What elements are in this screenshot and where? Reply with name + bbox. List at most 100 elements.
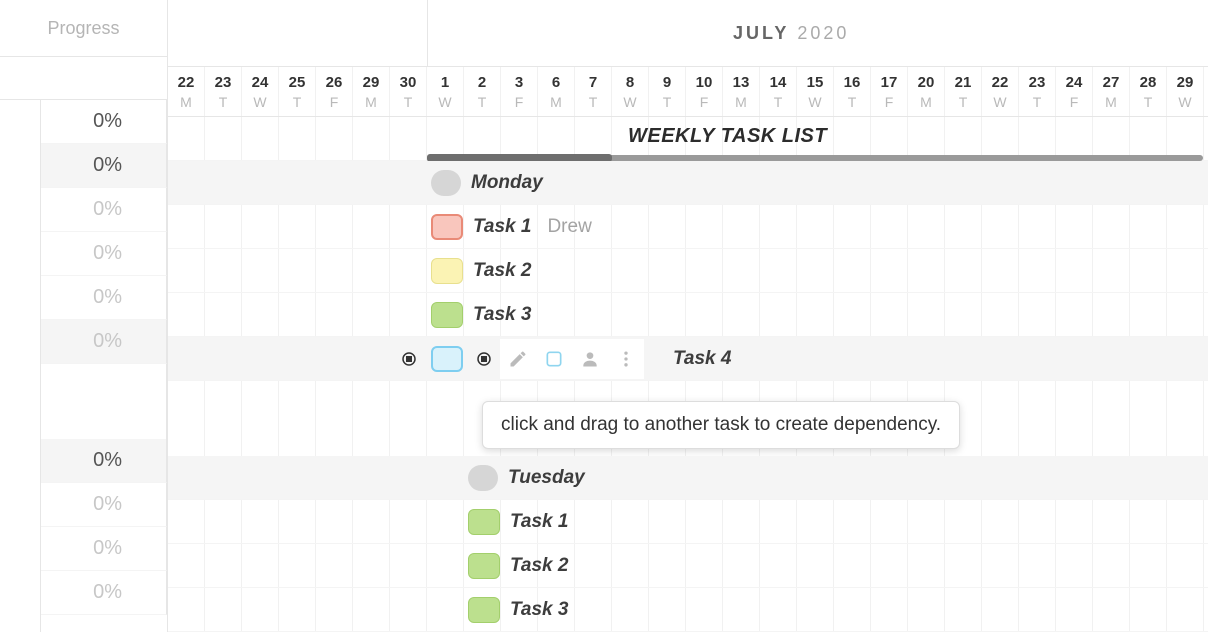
day-label: Tuesday	[508, 467, 585, 489]
task-chip[interactable]	[431, 258, 463, 284]
task-chip-selected[interactable]	[431, 346, 463, 372]
more-button[interactable]	[608, 341, 644, 377]
date-number: 15	[807, 74, 824, 91]
date-number: 13	[733, 74, 750, 91]
tooltip-text: click and drag to another task to create…	[501, 414, 941, 435]
progress-value: 0%	[93, 493, 122, 516]
timeline-grid[interactable]: WEEKLY TASK LIST Monday Task 1	[168, 117, 1208, 632]
group-header-row: WEEKLY TASK LIST	[168, 117, 1208, 161]
date-column[interactable]: 14T	[760, 67, 797, 116]
date-number: 27	[1103, 74, 1120, 91]
dependency-handle-right[interactable]	[475, 350, 493, 368]
person-icon	[580, 349, 600, 369]
task-row[interactable]: Task 1	[168, 500, 1208, 544]
date-column[interactable]: 24 W	[242, 67, 279, 116]
day-row-tuesday[interactable]: Tuesday	[168, 456, 1208, 500]
date-column[interactable]: 26 F	[316, 67, 353, 116]
task-chip[interactable]	[468, 553, 500, 579]
date-column[interactable]: 8W	[612, 67, 649, 116]
date-dow: M	[550, 94, 562, 110]
date-dow: F	[1070, 94, 1079, 110]
date-column[interactable]: 21T	[945, 67, 982, 116]
task-chip[interactable]	[431, 214, 463, 240]
date-dow: W	[993, 94, 1006, 110]
day-label: Monday	[471, 172, 543, 194]
pencil-icon	[508, 349, 528, 369]
date-column[interactable]: 13M	[723, 67, 760, 116]
date-number: 30	[400, 74, 417, 91]
date-column[interactable]: 7T	[575, 67, 612, 116]
date-number: 26	[326, 74, 343, 91]
date-dow: T	[219, 94, 228, 110]
date-dow: W	[1178, 94, 1191, 110]
date-number: 1	[441, 74, 449, 91]
task-row-selected[interactable]: Task 4	[168, 337, 1208, 381]
date-column[interactable]: 9T	[649, 67, 686, 116]
progress-cell: 0%	[41, 188, 167, 232]
date-column[interactable]: 23 T	[1019, 67, 1056, 116]
date-column[interactable]: 1W	[427, 67, 464, 116]
task-row[interactable]: Task 3	[168, 293, 1208, 337]
date-dow: W	[253, 94, 266, 110]
progress-value: 0%	[93, 537, 122, 560]
task-label: Task 3	[510, 599, 568, 621]
date-number: 29	[1177, 74, 1194, 91]
progress-cell: 0%	[41, 100, 167, 144]
task-chip[interactable]	[468, 509, 500, 535]
month-label: JULY2020	[733, 23, 849, 44]
date-column[interactable]: 20M	[908, 67, 945, 116]
task-row[interactable]: Task 2	[168, 249, 1208, 293]
task-row[interactable]: Task 3	[168, 588, 1208, 632]
date-number: 9	[663, 74, 671, 91]
dependency-handle-left[interactable]	[400, 350, 418, 368]
date-column[interactable]: 22W	[982, 67, 1019, 116]
date-dow: F	[330, 94, 339, 110]
group-title: WEEKLY TASK LIST	[628, 125, 827, 148]
date-column[interactable]: 24F	[1056, 67, 1093, 116]
progress-cell: 0%	[41, 144, 167, 188]
date-dow: M	[920, 94, 932, 110]
date-number: 3	[515, 74, 523, 91]
date-number: 24	[252, 74, 269, 91]
progress-cell: 0%	[41, 527, 167, 571]
date-column[interactable]: 27M	[1093, 67, 1130, 116]
date-column[interactable]: 22M	[168, 67, 205, 116]
date-column[interactable]: 29M	[353, 67, 390, 116]
day-row-monday[interactable]: Monday	[168, 161, 1208, 205]
date-column[interactable]: 23T	[205, 67, 242, 116]
date-column[interactable]: 30T	[390, 67, 427, 116]
date-dow: T	[959, 94, 968, 110]
date-column[interactable]: 15 W	[797, 67, 834, 116]
date-column[interactable]: 3F	[501, 67, 538, 116]
date-dow: T	[1144, 94, 1153, 110]
day-chip-tuesday[interactable]	[468, 465, 498, 491]
edit-button[interactable]	[500, 341, 536, 377]
date-dow: T	[1033, 94, 1042, 110]
date-column[interactable]: 16T	[834, 67, 871, 116]
date-dow: W	[808, 94, 821, 110]
date-column[interactable]: 17F	[871, 67, 908, 116]
date-column[interactable]: 25T	[279, 67, 316, 116]
task-row[interactable]: Task 1 Drew	[168, 205, 1208, 249]
complete-button[interactable]	[536, 341, 572, 377]
task-chip[interactable]	[468, 597, 500, 623]
progress-value: 0%	[93, 449, 122, 472]
date-column[interactable]: 28T	[1130, 67, 1167, 116]
date-column[interactable]: 2T	[464, 67, 501, 116]
day-chip-monday[interactable]	[431, 170, 461, 196]
task-row[interactable]: Task 2	[168, 544, 1208, 588]
task-chip[interactable]	[431, 302, 463, 328]
date-column[interactable]: 6M	[538, 67, 575, 116]
date-column[interactable]: 10F	[686, 67, 723, 116]
month-header: JULY2020	[168, 0, 1208, 67]
assign-button[interactable]	[572, 341, 608, 377]
task-label: Task 1	[473, 216, 531, 238]
date-number: 17	[881, 74, 898, 91]
date-dow: T	[589, 94, 598, 110]
date-column[interactable]: 29 W	[1167, 67, 1204, 116]
date-number: 7	[589, 74, 597, 91]
task-label: Task 4	[673, 348, 731, 370]
progress-cell: 0%	[41, 320, 167, 364]
date-number: 23	[1029, 74, 1046, 91]
date-dow: W	[438, 94, 451, 110]
